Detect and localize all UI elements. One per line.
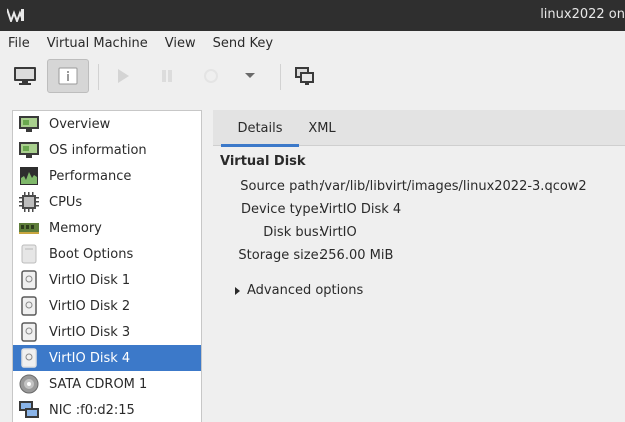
sidebar-item-label: Performance (49, 168, 132, 184)
snapshots-icon (295, 67, 314, 85)
sidebar-item-label: VirtIO Disk 2 (49, 298, 131, 314)
source-path-label: Source path: (240, 179, 323, 194)
disk-bus-row: Disk bus: VirtIO (213, 225, 625, 243)
disk-details-panel: Virtual Disk Source path: /var/lib/libvi… (213, 147, 625, 422)
sidebar-item-virtio-disk-2[interactable]: VirtIO Disk 2 (13, 293, 201, 319)
hardware-list: Overview OS information Performance CPUs… (12, 110, 202, 422)
toolbar-separator (280, 64, 281, 90)
nic-network-icon (18, 399, 40, 421)
sidebar-item-label: SATA CDROM 1 (49, 376, 148, 392)
sidebar-item-label: NIC :f0:d2:15 (49, 402, 135, 418)
sidebar-item-label: Overview (49, 116, 111, 132)
sidebar-item-memory[interactable]: Memory (13, 215, 201, 241)
sidebar-item-nic[interactable]: NIC :f0:d2:15 (13, 397, 201, 422)
storage-size-value: 256.00 MiB (320, 248, 394, 263)
pause-icon (162, 70, 172, 82)
device-type-value: VirtIO Disk 4 (320, 202, 402, 217)
menu-view[interactable]: View (165, 36, 196, 51)
details-button[interactable] (47, 59, 89, 93)
cdrom-icon (18, 373, 40, 395)
menu-file[interactable]: File (8, 36, 30, 51)
snapshots-button[interactable] (288, 59, 322, 93)
toolbar-separator (98, 64, 99, 90)
sidebar-item-performance[interactable]: Performance (13, 163, 201, 189)
boot-options-icon (18, 243, 40, 265)
shutdown-dropdown-button[interactable] (238, 59, 262, 93)
toolbar (0, 56, 625, 98)
sidebar-item-label: VirtIO Disk 4 (49, 350, 131, 366)
sidebar-item-overview[interactable]: Overview (13, 111, 201, 137)
menu-bar: File Virtual Machine View Send Key (0, 31, 625, 56)
sidebar-item-label: CPUs (49, 194, 83, 210)
sidebar-item-virtio-disk-4[interactable]: VirtIO Disk 4 (13, 345, 201, 371)
sidebar-item-label: Boot Options (49, 246, 134, 262)
disk-icon (18, 295, 40, 317)
storage-size-label: Storage size: (238, 248, 323, 263)
overview-monitor-icon (18, 113, 40, 135)
os-monitor-icon (18, 139, 40, 161)
device-type-label: Device type: (240, 202, 323, 217)
sidebar-item-virtio-disk-3[interactable]: VirtIO Disk 3 (13, 319, 201, 345)
source-path-row: Source path: /var/lib/libvirt/images/lin… (213, 179, 625, 197)
memory-ram-icon (18, 217, 40, 239)
dropdown-arrow-icon (245, 73, 255, 78)
disk-icon (18, 347, 40, 369)
details-info-icon (58, 67, 78, 85)
menu-virtual-machine[interactable]: Virtual Machine (47, 36, 148, 51)
section-title: Virtual Disk (220, 154, 306, 169)
pause-button[interactable] (152, 59, 182, 93)
virt-manager-logo-icon (7, 8, 24, 22)
window-title: linux2022 on (540, 7, 625, 22)
run-button[interactable] (108, 59, 138, 93)
sidebar-item-boot-options[interactable]: Boot Options (13, 241, 201, 267)
sidebar-item-sata-cdrom-1[interactable]: SATA CDROM 1 (13, 371, 201, 397)
storage-size-row: Storage size: 256.00 MiB (213, 248, 625, 266)
console-button[interactable] (6, 59, 44, 93)
cpu-chip-icon (18, 191, 40, 213)
disk-bus-label: Disk bus: (263, 225, 323, 240)
menu-send-key[interactable]: Send Key (213, 36, 273, 51)
details-tab-bar: Details XML (213, 110, 625, 147)
disk-bus-value: VirtIO (320, 225, 357, 240)
sidebar-item-label: Memory (49, 220, 102, 236)
advanced-options-label: Advanced options (247, 283, 364, 298)
sidebar-item-virtio-disk-1[interactable]: VirtIO Disk 1 (13, 267, 201, 293)
tab-details[interactable]: Details (221, 110, 299, 147)
shutdown-button[interactable] (196, 59, 226, 93)
sidebar-item-cpus[interactable]: CPUs (13, 189, 201, 215)
device-type-row: Device type: VirtIO Disk 4 (213, 202, 625, 220)
disk-icon (18, 269, 40, 291)
shutdown-icon (204, 69, 218, 83)
expander-arrow-icon (235, 286, 240, 295)
console-monitor-icon (14, 67, 36, 85)
sidebar-item-label: VirtIO Disk 3 (49, 324, 131, 340)
disk-icon (18, 321, 40, 343)
sidebar-item-os-information[interactable]: OS information (13, 137, 201, 163)
run-play-icon (118, 69, 129, 83)
source-path-value: /var/lib/libvirt/images/linux2022-3.qcow… (320, 179, 587, 194)
tab-xml[interactable]: XML (299, 110, 345, 146)
advanced-options-expander[interactable]: Advanced options (235, 283, 363, 298)
sidebar-item-label: VirtIO Disk 1 (49, 272, 131, 288)
performance-chart-icon (18, 165, 40, 187)
sidebar-item-label: OS information (49, 142, 147, 158)
title-bar: linux2022 on (0, 0, 625, 31)
